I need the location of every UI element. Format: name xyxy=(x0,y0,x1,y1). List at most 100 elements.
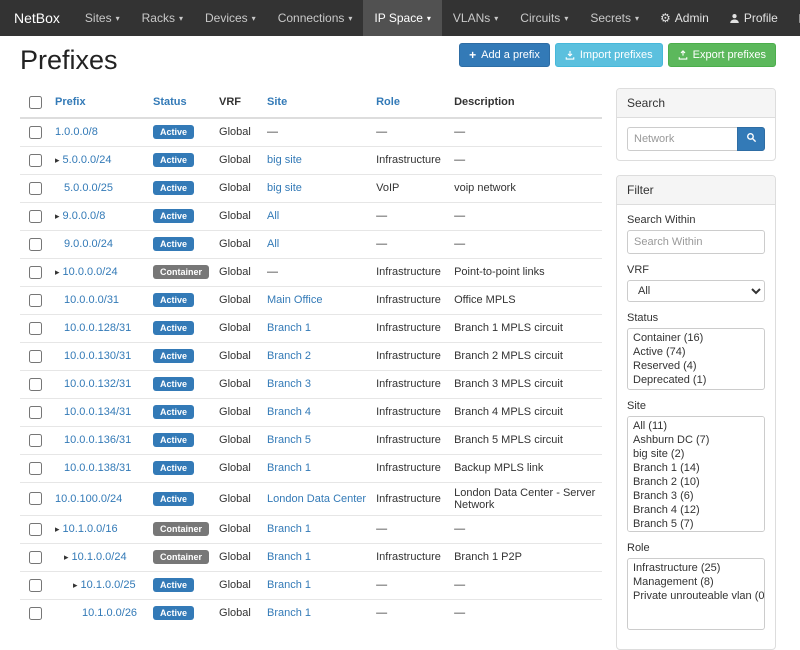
prefix-link[interactable]: 10.1.0.0/24 xyxy=(72,551,127,563)
prefix-link[interactable]: 10.1.0.0/26 xyxy=(82,607,137,619)
site-link[interactable]: All xyxy=(267,238,279,250)
status-option[interactable]: Active (74) xyxy=(630,345,762,359)
export-prefixes-button[interactable]: Export prefixes xyxy=(668,43,776,67)
row-checkbox[interactable] xyxy=(29,607,42,620)
row-checkbox[interactable] xyxy=(29,322,42,335)
prefix-link[interactable]: 10.0.0.138/31 xyxy=(64,462,131,474)
site-option[interactable]: Ashburn DC (7) xyxy=(630,433,762,447)
prefix-link[interactable]: 10.1.0.0/25 xyxy=(81,579,136,591)
prefix-link[interactable]: 5.0.0.0/25 xyxy=(64,182,113,194)
site-link[interactable]: All xyxy=(267,210,279,222)
prefix-link[interactable]: 5.0.0.0/24 xyxy=(63,154,112,166)
site-link[interactable]: Branch 1 xyxy=(267,579,311,591)
site-option[interactable]: Branch 3 (6) xyxy=(630,489,762,503)
site-link[interactable]: Branch 1 xyxy=(267,607,311,619)
nav-item-secrets[interactable]: Secrets▾ xyxy=(579,0,650,36)
nav-item-racks[interactable]: Racks▾ xyxy=(131,0,194,36)
site-link[interactable]: Branch 1 xyxy=(267,551,311,563)
nav-item-connections[interactable]: Connections▾ xyxy=(267,0,364,36)
row-checkbox[interactable] xyxy=(29,182,42,195)
row-checkbox[interactable] xyxy=(29,462,42,475)
role-option[interactable]: Private unrouteable vlan (0) xyxy=(630,589,762,603)
site-link[interactable]: Branch 1 xyxy=(267,322,311,334)
expand-arrow-icon[interactable]: ▸ xyxy=(55,211,60,221)
site-option[interactable]: Branch 1 (14) xyxy=(630,461,762,475)
column-sort-link[interactable]: Status xyxy=(153,96,187,108)
role-multiselect[interactable]: Infrastructure (25)Management (8)Private… xyxy=(627,558,765,630)
search-button[interactable] xyxy=(737,127,765,151)
prefix-link[interactable]: 9.0.0.0/24 xyxy=(64,238,113,250)
prefix-link[interactable]: 1.0.0.0/8 xyxy=(55,126,98,138)
prefix-link[interactable]: 10.0.0.128/31 xyxy=(64,322,131,334)
prefix-link[interactable]: 10.0.0.132/31 xyxy=(64,378,131,390)
expand-arrow-icon[interactable]: ▸ xyxy=(64,552,69,562)
expand-arrow-icon[interactable]: ▸ xyxy=(55,155,60,165)
search-within-input[interactable] xyxy=(627,230,765,254)
site-link[interactable]: Branch 5 xyxy=(267,434,311,446)
prefix-link[interactable]: 10.0.0.134/31 xyxy=(64,406,131,418)
nav-item-vlans[interactable]: VLANs▾ xyxy=(442,0,509,36)
logout-link[interactable]: Log out xyxy=(788,0,800,36)
vrf-select[interactable]: All xyxy=(627,280,765,302)
nav-item-ip-space[interactable]: IP Space▾ xyxy=(363,0,442,36)
prefix-link[interactable]: 10.0.0.130/31 xyxy=(64,350,131,362)
role-option[interactable]: Infrastructure (25) xyxy=(630,561,762,575)
row-checkbox[interactable] xyxy=(29,294,42,307)
admin-link[interactable]: ⚙ Admin xyxy=(650,0,719,36)
column-sort-link[interactable]: Prefix xyxy=(55,96,86,108)
site-option[interactable]: Branch 2 (10) xyxy=(630,475,762,489)
row-checkbox[interactable] xyxy=(29,266,42,279)
nav-item-devices[interactable]: Devices▾ xyxy=(194,0,267,36)
prefix-link[interactable]: 9.0.0.0/8 xyxy=(63,210,106,222)
status-option[interactable]: Deprecated (1) xyxy=(630,373,762,387)
row-checkbox[interactable] xyxy=(29,579,42,592)
site-link[interactable]: big site xyxy=(267,154,302,166)
row-checkbox[interactable] xyxy=(29,551,42,564)
row-checkbox[interactable] xyxy=(29,350,42,363)
site-option[interactable]: big site (2) xyxy=(630,447,762,461)
prefix-link[interactable]: 10.0.0.0/24 xyxy=(63,266,118,278)
site-link[interactable]: Branch 1 xyxy=(267,523,311,535)
site-option[interactable]: All (11) xyxy=(630,419,762,433)
import-prefixes-button[interactable]: Import prefixes xyxy=(555,43,663,67)
site-link[interactable]: Branch 3 xyxy=(267,378,311,390)
expand-arrow-icon[interactable]: ▸ xyxy=(55,524,60,534)
row-checkbox[interactable] xyxy=(29,126,42,139)
prefix-link[interactable]: 10.0.0.136/31 xyxy=(64,434,131,446)
column-sort-link[interactable]: Role xyxy=(376,96,400,108)
site-multiselect[interactable]: All (11)Ashburn DC (7)big site (2)Branch… xyxy=(627,416,765,532)
search-input[interactable] xyxy=(627,127,737,151)
row-checkbox[interactable] xyxy=(29,238,42,251)
row-checkbox[interactable] xyxy=(29,154,42,167)
profile-link[interactable]: Profile xyxy=(719,0,788,36)
expand-arrow-icon[interactable]: ▸ xyxy=(55,267,60,277)
site-option[interactable]: Branch 4 (12) xyxy=(630,503,762,517)
nav-item-sites[interactable]: Sites▾ xyxy=(74,0,131,36)
site-link[interactable]: Branch 1 xyxy=(267,462,311,474)
row-checkbox[interactable] xyxy=(29,378,42,391)
status-option[interactable]: Reserved (4) xyxy=(630,359,762,373)
site-option[interactable]: COLO 1 (4) xyxy=(630,531,762,532)
row-checkbox[interactable] xyxy=(29,492,42,505)
row-checkbox[interactable] xyxy=(29,210,42,223)
site-option[interactable]: Branch 5 (7) xyxy=(630,517,762,531)
add-prefix-button[interactable]: + Add a prefix xyxy=(459,43,550,67)
row-checkbox[interactable] xyxy=(29,434,42,447)
prefix-link[interactable]: 10.1.0.0/16 xyxy=(63,523,118,535)
site-link[interactable]: Branch 2 xyxy=(267,350,311,362)
prefix-link[interactable]: 10.0.0.0/31 xyxy=(64,294,119,306)
site-link[interactable]: Branch 4 xyxy=(267,406,311,418)
status-multiselect[interactable]: Container (16)Active (74)Reserved (4)Dep… xyxy=(627,328,765,390)
brand-logo[interactable]: NetBox xyxy=(0,0,74,36)
select-all-checkbox[interactable] xyxy=(29,96,42,109)
site-link[interactable]: big site xyxy=(267,182,302,194)
site-link[interactable]: Main Office xyxy=(267,294,322,306)
row-checkbox[interactable] xyxy=(29,523,42,536)
column-sort-link[interactable]: Site xyxy=(267,96,287,108)
expand-arrow-icon[interactable]: ▸ xyxy=(73,580,78,590)
prefix-link[interactable]: 10.0.100.0/24 xyxy=(55,493,122,505)
site-link[interactable]: London Data Center xyxy=(267,493,366,505)
nav-item-circuits[interactable]: Circuits▾ xyxy=(509,0,579,36)
role-option[interactable]: Management (8) xyxy=(630,575,762,589)
status-option[interactable]: Container (16) xyxy=(630,331,762,345)
